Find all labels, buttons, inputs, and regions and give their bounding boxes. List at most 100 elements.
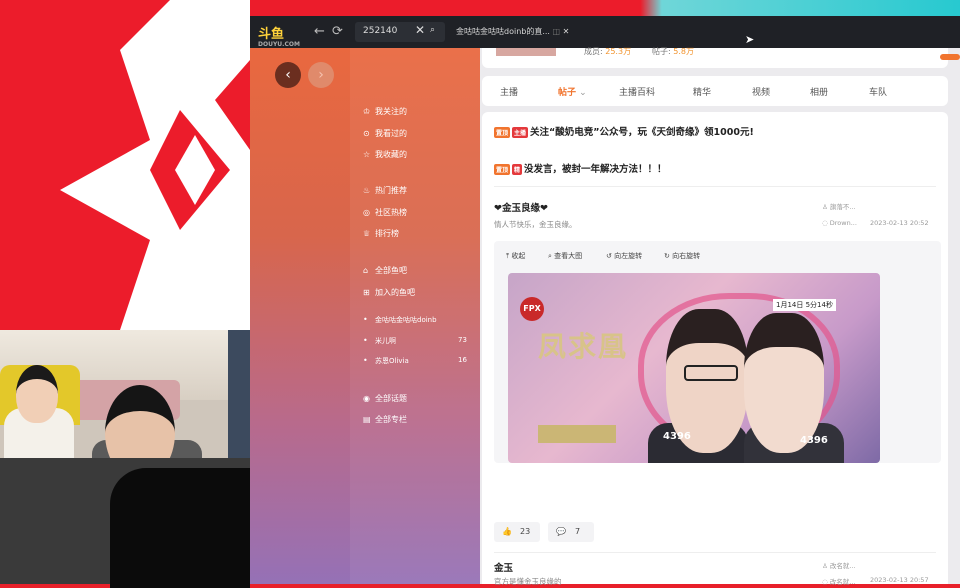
comment-button[interactable]: 💬 7 <box>548 522 594 542</box>
rotate-left-button[interactable]: ↺ 向左旋转 <box>606 251 642 261</box>
fire-icon: ♨ <box>363 186 371 195</box>
trend-icon: ◎ <box>363 208 370 217</box>
tab-close-icon: ✕ <box>562 27 570 36</box>
divider <box>494 186 936 187</box>
members-stat: 成员: 25.3万 <box>584 47 632 56</box>
post-image[interactable]: FPX 凤求凰 1月14日 5分14秒 4396 4396 <box>508 273 880 463</box>
main-content: 成员: 25.3万 帖子: 5.8万 主播 帖子 ⌄ 主播百科 精华 视频 相册… <box>480 47 960 586</box>
reload-icon[interactable]: ⟳ <box>332 24 343 39</box>
pinned-post-1[interactable]: 置顶 主播 关注“酸奶电竞”公众号，玩《天剑奇缘》领1000元! <box>494 124 754 138</box>
post-replier[interactable]: ◌ 改名就... <box>822 576 855 586</box>
post-title[interactable]: 金玉 <box>494 560 513 574</box>
rotate-right-button[interactable]: ↻ 向右旋转 <box>664 251 700 261</box>
poster-date: 1月14日 5分14秒 <box>773 299 836 311</box>
divider <box>494 552 936 553</box>
team-logo: FPX <box>520 297 544 321</box>
sidebar-item-joined-groups[interactable]: ⊞ 加入的鱼吧 <box>363 287 415 298</box>
anchor-badge: 主播 <box>512 127 529 138</box>
group-icon: ⊞ <box>363 288 370 297</box>
sidebar-item-trending[interactable]: ◎ 社区热榜 <box>363 207 407 218</box>
webcam-side <box>228 330 250 458</box>
sidebar-item-hot[interactable]: ♨ 热门推荐 <box>363 185 407 196</box>
sidebar-item-ranking[interactable]: ♕ 排行榜 <box>363 228 399 239</box>
post-time: 2023-02-13 20:57 <box>870 576 929 584</box>
tab-team[interactable]: 车队 <box>869 85 887 98</box>
stream-top-strip <box>250 0 960 16</box>
poster-title: 凤求凰 <box>538 330 629 363</box>
player-portrait-right <box>744 313 824 453</box>
post-time: 2023-02-13 20:52 <box>870 219 929 227</box>
view-large-button[interactable]: ⌕ 查看大图 <box>548 251 582 261</box>
tab-posts[interactable]: 帖子 ⌄ <box>558 85 587 98</box>
thumbs-up-icon: 👍 <box>502 527 512 536</box>
post-subtitle: 情人节快乐，金玉良缘。 <box>494 220 577 229</box>
pinned-badge: 置顶 <box>494 127 511 138</box>
sidebar-group-mier[interactable]: • 米儿啊 73 <box>363 336 467 346</box>
room-search-field[interactable]: 252140 ✕ ⌕ <box>355 22 445 42</box>
poster-number-right: 4396 <box>800 435 828 446</box>
tab-title[interactable]: 金咕咕金咕咕doinb的直... ◫ ✕ <box>456 26 569 37</box>
home-icon: ⌂ <box>363 266 369 275</box>
crown-icon: ♔ <box>363 107 371 116</box>
douyu-logo[interactable]: 斗鱼 DOUYU.COM <box>258 23 300 48</box>
poster-number-left: 4396 <box>663 431 691 442</box>
post-author[interactable]: ♙ 旗落不... <box>822 201 856 211</box>
image-viewer: ⤒ 收起 ⌕ 查看大图 ↺ 向左旋转 ↻ 向右旋转 FPX 凤求凰 1月14日 … <box>494 241 941 463</box>
sidebar: ‹ › ♔ 我关注的 ⊙ 我看过的 ☆ 我收藏的 ♨ 热门推荐 ◎ 社区热榜 ♕ 排行榜 ⌂… <box>250 48 480 584</box>
unread-count: 73 <box>458 336 467 344</box>
mouse-cursor-icon: ➤ <box>745 33 755 46</box>
dot-icon: • <box>363 356 368 365</box>
pinned-badge: 置顶 <box>494 164 511 175</box>
back-arrow-icon[interactable]: ← <box>314 24 325 39</box>
post-author[interactable]: ♙ 改名就... <box>822 560 856 570</box>
unread-count: 16 <box>458 356 467 364</box>
tab-featured[interactable]: 精华 <box>693 85 711 98</box>
comment-icon: 💬 <box>556 527 566 536</box>
forward-button[interactable]: › <box>308 62 334 88</box>
tab-anchor[interactable]: 主播 <box>500 85 518 98</box>
browser-window: 斗鱼 DOUYU.COM ← ⟳ 252140 ✕ ⌕ 金咕咕金咕咕doinb的直… <box>250 16 960 586</box>
trophy-icon: ♕ <box>363 229 371 238</box>
collapse-icon: ⤒ <box>506 252 510 260</box>
like-count: 23 <box>520 527 531 536</box>
sidebar-item-following[interactable]: ♔ 我关注的 <box>363 106 407 117</box>
sidebar-group-doinb[interactable]: • 金咕咕金咕咕doinb <box>363 315 437 325</box>
sidebar-group-olivia[interactable]: • 苏恩Olivia 16 <box>363 356 467 366</box>
tab-albums[interactable]: 相册 <box>810 85 828 98</box>
poster-signature-block <box>538 425 616 443</box>
search-icon[interactable]: ⌕ <box>430 25 435 35</box>
history-icon: ⊙ <box>363 129 370 138</box>
column-icon: ▤ <box>363 415 371 424</box>
post-subtitle: 官方是懂金玉良缘的 <box>494 577 562 586</box>
collapse-button[interactable]: ⤒ 收起 <box>506 251 525 261</box>
star-icon: ☆ <box>363 150 371 159</box>
dot-icon: • <box>363 336 368 345</box>
sidebar-item-columns[interactable]: ▤ 全部专栏 <box>363 414 407 425</box>
room-search-value[interactable]: 252140 <box>363 26 397 36</box>
stream-bottom-area <box>0 458 250 588</box>
pinned-post-2[interactable]: 置顶精没发言，被封一年解决方法！！！ <box>494 161 667 175</box>
featured-badge: 精 <box>512 164 523 175</box>
tab-wiki[interactable]: 主播百科 <box>619 85 655 98</box>
sidebar-item-topics[interactable]: ◉ 全部话题 <box>363 393 407 404</box>
post-title[interactable]: ❤金玉良缘❤ <box>494 200 548 214</box>
sidebar-item-favorites[interactable]: ☆ 我收藏的 <box>363 149 407 160</box>
orange-accent-tag <box>940 54 960 60</box>
posts-stat: 帖子: 5.8万 <box>652 47 694 56</box>
sidebar-item-all-groups[interactable]: ⌂ 全部鱼吧 <box>363 265 407 276</box>
tab-videos[interactable]: 视频 <box>752 85 770 98</box>
app-logo-graphic <box>60 0 250 330</box>
post-feed: 置顶 主播 关注“酸奶电竞”公众号，玩《天剑奇缘》领1000元! 置顶精没发言，被封… <box>482 112 948 586</box>
group-avatar <box>496 48 556 56</box>
webcam-feed <box>0 330 228 458</box>
stream-background <box>0 0 250 330</box>
post-replier[interactable]: ◌ Drown... <box>822 219 857 227</box>
rotate-left-icon: ↺ <box>606 252 612 260</box>
chevron-down-icon: ⌄ <box>579 88 587 98</box>
clear-icon[interactable]: ✕ <box>415 23 425 37</box>
dot-icon: • <box>363 315 368 324</box>
like-button[interactable]: 👍 23 <box>494 522 540 542</box>
sidebar-item-history[interactable]: ⊙ 我看过的 <box>363 128 407 139</box>
rotate-right-icon: ↻ <box>664 252 670 260</box>
back-button[interactable]: ‹ <box>275 62 301 88</box>
